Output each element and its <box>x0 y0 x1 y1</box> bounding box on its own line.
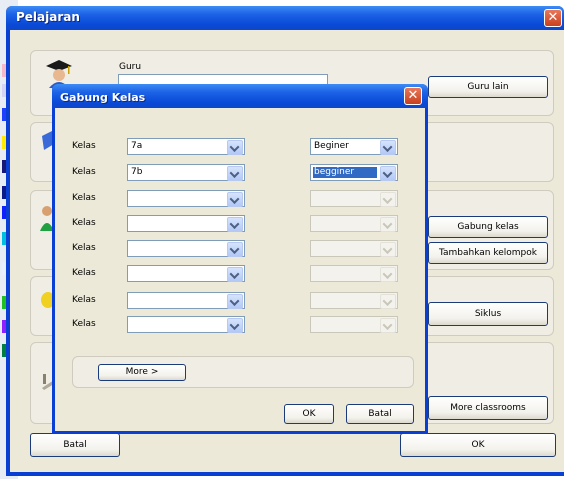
dropdown-arrow-icon[interactable] <box>227 318 243 333</box>
dropdown-arrow-icon[interactable] <box>227 166 243 181</box>
dropdown-arrow-icon <box>380 242 396 257</box>
level-select <box>310 292 398 309</box>
level-select <box>310 316 398 333</box>
gabung-kelas-button[interactable]: Gabung kelas <box>428 216 548 238</box>
dropdown-arrow-icon[interactable] <box>227 294 243 309</box>
kelas-select[interactable] <box>127 292 245 309</box>
dialog-ok-button[interactable]: OK <box>284 404 334 424</box>
kelas-select-value: 7b <box>131 167 143 177</box>
batal-button[interactable]: Batal <box>30 433 120 457</box>
dropdown-arrow-icon <box>380 318 396 333</box>
dropdown-arrow-icon[interactable] <box>227 140 243 155</box>
dropdown-arrow-icon[interactable] <box>227 217 243 232</box>
close-icon: ✕ <box>407 88 419 103</box>
level-select <box>310 265 398 282</box>
kelas-select[interactable]: 7a <box>127 138 245 155</box>
kelas-select[interactable] <box>127 215 245 232</box>
tambahkan-kelompok-button[interactable]: Tambahkan kelompok <box>428 242 548 264</box>
kelas-label: Kelas <box>72 243 96 253</box>
dropdown-arrow-icon[interactable] <box>380 140 396 155</box>
window-title: Pelajaran <box>16 10 80 24</box>
level-select-value: Beginer <box>314 141 349 151</box>
level-select <box>310 215 398 232</box>
kelas-select[interactable] <box>127 190 245 207</box>
dropdown-arrow-icon[interactable] <box>227 192 243 207</box>
dropdown-arrow-icon[interactable] <box>227 242 243 257</box>
kelas-label: Kelas <box>72 141 96 151</box>
window-close-button[interactable]: ✕ <box>544 9 562 27</box>
kelas-label: Kelas <box>72 218 96 228</box>
level-select[interactable]: begginer <box>310 164 398 181</box>
kelas-select[interactable]: 7b <box>127 164 245 181</box>
guru-label: Guru <box>119 62 142 72</box>
kelas-select[interactable] <box>127 240 245 257</box>
dropdown-arrow-icon <box>380 267 396 282</box>
guru-lain-button[interactable]: Guru lain <box>428 76 548 98</box>
pelajaran-titlebar[interactable] <box>6 6 564 30</box>
level-select[interactable]: Beginer <box>310 138 398 155</box>
ok-button[interactable]: OK <box>400 433 556 457</box>
kelas-label: Kelas <box>72 319 96 329</box>
dialog-batal-button[interactable]: Batal <box>346 404 414 424</box>
more-classrooms-button[interactable]: More classrooms <box>428 396 548 420</box>
dropdown-arrow-icon <box>380 294 396 309</box>
dialog-title: Gabung Kelas <box>60 91 146 104</box>
dropdown-arrow-icon[interactable] <box>227 267 243 282</box>
close-icon: ✕ <box>547 10 559 25</box>
more-button[interactable]: More > <box>98 364 186 381</box>
kelas-select-value: 7a <box>131 141 143 151</box>
siklus-button[interactable]: Siklus <box>428 302 548 326</box>
dropdown-arrow-icon <box>380 217 396 232</box>
dropdown-arrow-icon <box>380 192 396 207</box>
level-select <box>310 240 398 257</box>
kelas-label: Kelas <box>72 268 96 278</box>
kelas-label: Kelas <box>72 167 96 177</box>
dropdown-arrow-icon[interactable] <box>380 166 396 181</box>
kelas-label: Kelas <box>72 193 96 203</box>
kelas-select[interactable] <box>127 265 245 282</box>
kelas-select[interactable] <box>127 316 245 333</box>
level-select-value: begginer <box>314 167 355 177</box>
kelas-label: Kelas <box>72 295 96 305</box>
dialog-close-button[interactable]: ✕ <box>404 87 422 105</box>
level-select <box>310 190 398 207</box>
